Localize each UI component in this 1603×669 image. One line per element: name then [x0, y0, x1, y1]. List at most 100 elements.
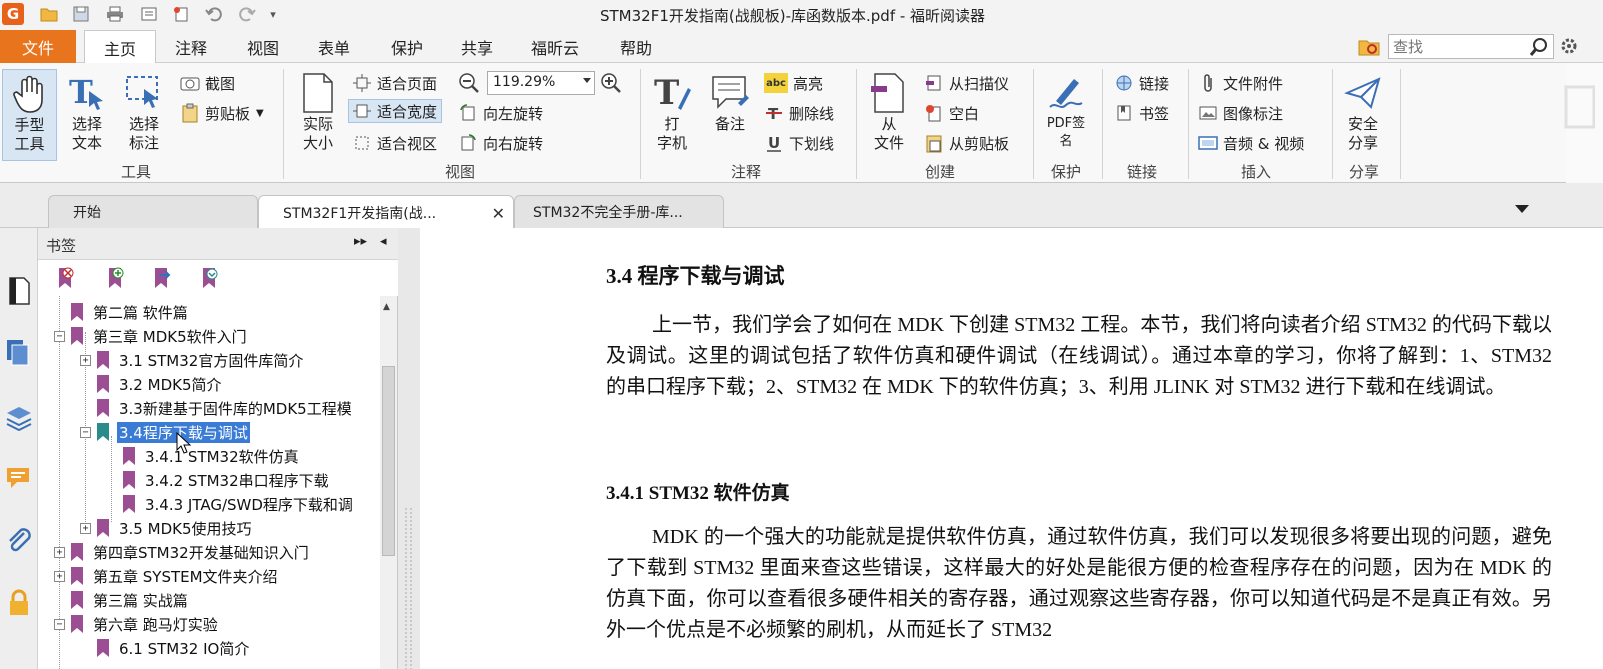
zoom-in-icon[interactable] — [600, 72, 622, 94]
pdf-sign-button[interactable]: PDF签 名 — [1040, 69, 1092, 151]
close-tab-icon[interactable]: ✕ — [492, 204, 505, 223]
new-document-icon[interactable] — [170, 3, 192, 25]
zoom-dropdown-icon[interactable] — [583, 78, 591, 83]
bookmark-scrollbar[interactable]: ▲ — [380, 296, 397, 669]
link-button[interactable]: 链接 — [1114, 71, 1169, 95]
page-thumbnail-icon[interactable] — [5, 276, 33, 306]
bookmark-item[interactable]: 第二篇 软件篇 — [54, 300, 190, 324]
hand-tool-button[interactable]: 手型 工具 — [2, 69, 57, 161]
highlight-button[interactable]: abc 高亮 — [764, 71, 823, 95]
collapse-panel-icon[interactable]: ◂ — [380, 234, 387, 249]
zoom-out-icon[interactable] — [458, 72, 480, 94]
expand-toggle-icon[interactable]: + — [54, 570, 65, 582]
clipboard-button[interactable]: 剪贴板 ▼ — [180, 101, 264, 125]
add-bookmark-icon[interactable] — [104, 267, 126, 289]
tab-start[interactable]: 开始 — [48, 195, 258, 228]
expand-toggle-icon[interactable]: + — [54, 546, 65, 558]
file-attachment-button[interactable]: 文件附件 — [1198, 71, 1283, 95]
bookmark-item[interactable]: + 第五章 SYSTEM文件夹介绍 — [54, 564, 280, 588]
tab-view[interactable]: 视图 — [238, 30, 288, 63]
zoom-level-select[interactable]: 119.29% — [487, 71, 595, 95]
select-text-button[interactable]: T 选择 文本 — [62, 69, 112, 153]
strikeout-button[interactable]: T 删除线 — [764, 101, 834, 125]
search-input[interactable] — [1393, 37, 1523, 57]
screenshot-button[interactable]: 截图 — [180, 71, 235, 95]
bookmark-button[interactable]: 书签 — [1114, 101, 1169, 125]
image-annotation-button[interactable]: 图像标注 — [1198, 101, 1283, 125]
expand-toggle-icon[interactable]: + — [80, 354, 91, 366]
bookmark-item[interactable]: 6.1 STM32 IO简介 — [80, 636, 251, 660]
collapse-toggle-icon[interactable]: − — [54, 618, 65, 630]
open-folder-icon[interactable] — [38, 3, 60, 25]
tab-stm32f1-guide[interactable]: STM32F1开发指南(战... ✕ — [258, 195, 514, 229]
bookmark-item[interactable]: 3.4.2 STM32串口程序下载 — [106, 468, 331, 492]
bookmark-item[interactable]: 3.3新建基于固件库的MDK5工程模 — [80, 396, 354, 420]
search-box[interactable] — [1388, 34, 1554, 59]
document-view[interactable]: 3.4 程序下载与调试 上一节，我们学会了如何在 MDK 下创建 STM32 工… — [420, 228, 1603, 669]
expand-panel-icon[interactable]: ▸▸ — [354, 234, 367, 249]
fit-page-button[interactable]: 适合页面 — [352, 71, 437, 95]
rotate-left-button[interactable]: 向左旋转 — [458, 101, 543, 125]
create-from-file-button[interactable]: 从 文件 — [866, 69, 912, 153]
bookmark-options-icon[interactable] — [198, 267, 220, 289]
bookmark-item[interactable]: 3.2 MDK5简介 — [80, 372, 224, 396]
select-annotation-button[interactable]: 选择 标注 — [118, 69, 170, 153]
redo-icon[interactable] — [236, 3, 258, 25]
expand-toggle-icon[interactable]: + — [80, 522, 91, 534]
settings-gear-icon[interactable] — [1560, 37, 1578, 55]
audio-video-button[interactable]: 音频 & 视频 — [1198, 131, 1304, 155]
bookmark-item[interactable]: − 第六章 跑马灯实验 — [54, 612, 220, 636]
bookmark-item[interactable]: 3.4.1 STM32软件仿真 — [106, 444, 301, 468]
customize-toolbar-icon[interactable]: ▾ — [262, 3, 284, 25]
create-blank-button[interactable]: 空白 — [924, 101, 979, 125]
fit-visible-button[interactable]: 适合视区 — [352, 131, 437, 155]
tab-foxit-cloud[interactable]: 福昕云 — [522, 30, 588, 63]
bookmark-item[interactable]: + 第四章STM32开发基础知识入门 — [54, 540, 311, 564]
create-from-clipboard-button[interactable]: 从剪贴板 — [924, 131, 1009, 155]
foxit-logo-icon[interactable]: G — [2, 3, 24, 25]
delete-bookmark-icon[interactable] — [54, 267, 76, 289]
collapse-toggle-icon[interactable]: − — [54, 330, 65, 342]
tab-comment[interactable]: 注释 — [166, 30, 216, 63]
scroll-up-icon[interactable]: ▲ — [383, 302, 390, 312]
actual-size-button[interactable]: 实际 大小 — [296, 69, 340, 153]
pages-icon[interactable] — [5, 338, 33, 368]
tab-form[interactable]: 表单 — [309, 30, 359, 63]
note-button[interactable]: 备注 — [708, 69, 752, 134]
bookmark-item[interactable]: 第三篇 实战篇 — [54, 588, 190, 612]
scrollbar-thumb[interactable] — [382, 366, 395, 556]
tab-home[interactable]: 主页 — [84, 30, 156, 64]
print-icon[interactable] — [104, 3, 126, 25]
search-icon[interactable] — [1528, 36, 1550, 58]
zoom-level-value: 119.29% — [493, 74, 556, 90]
typewriter-button[interactable]: T 打 字机 — [652, 69, 692, 153]
attachments-icon[interactable] — [5, 526, 33, 556]
rotate-right-button[interactable]: 向右旋转 — [458, 131, 543, 155]
bookmark-item[interactable]: − 第三章 MDK5软件入门 — [54, 324, 249, 348]
bookmark-item[interactable]: + 3.1 STM32官方固件库简介 — [80, 348, 305, 372]
collapse-toggle-icon[interactable]: − — [80, 426, 91, 438]
tab-stm32-manual[interactable]: STM32不完全手册-库... — [514, 195, 724, 228]
comments-icon[interactable] — [5, 464, 33, 494]
properties-icon[interactable] — [138, 3, 160, 25]
save-icon[interactable] — [70, 3, 92, 25]
create-from-scanner-button[interactable]: 从扫描仪 — [924, 71, 1009, 95]
move-bookmark-icon[interactable] — [150, 267, 172, 289]
tab-help[interactable]: 帮助 — [611, 30, 661, 63]
underline-button[interactable]: U 下划线 — [764, 131, 834, 155]
bookmark-item-selected[interactable]: − 3.4程序下载与调试 — [80, 420, 250, 444]
bookmark-item[interactable]: 3.4.3 JTAG/SWD程序下载和调 — [106, 492, 355, 516]
secure-share-button[interactable]: 安全 分享 — [1340, 69, 1386, 153]
tab-protect[interactable]: 保护 — [382, 30, 432, 63]
fit-width-button[interactable]: 适合宽度 — [348, 99, 443, 123]
clipboard-dropdown-icon[interactable]: ▼ — [256, 108, 264, 119]
layers-icon[interactable] — [5, 403, 33, 433]
panel-splitter[interactable] — [398, 228, 420, 669]
tab-share[interactable]: 共享 — [452, 30, 502, 63]
security-lock-icon[interactable] — [5, 588, 33, 618]
search-folder-icon[interactable] — [1358, 36, 1382, 58]
bookmark-item[interactable]: + 3.5 MDK5使用技巧 — [80, 516, 254, 540]
undo-icon[interactable] — [203, 3, 225, 25]
file-menu[interactable]: 文件 — [0, 30, 76, 63]
tab-list-dropdown-icon[interactable] — [1515, 205, 1529, 213]
